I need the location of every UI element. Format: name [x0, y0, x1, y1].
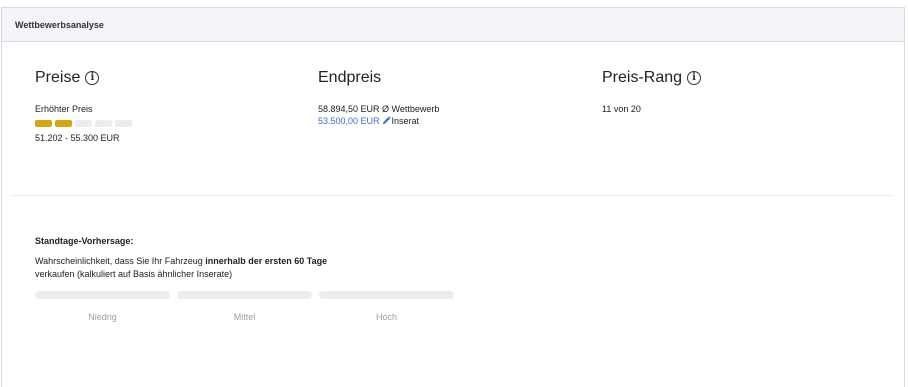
price-rating-label: Erhöhter Preis	[35, 104, 93, 114]
forecast-labels: Niedrig Mittel Hoch	[35, 312, 454, 322]
final-price-heading-label: Endpreis	[318, 69, 382, 86]
price-rank-heading: Preis-Rang i	[602, 68, 702, 88]
forecast-bar-low	[35, 291, 170, 299]
pencil-icon[interactable]	[382, 116, 391, 128]
forecast-label-medium: Mittel	[233, 312, 256, 322]
price-rank-heading-label: Preis-Rang	[602, 69, 683, 86]
listing-price-row: 53.500,00 EUR Inserat	[318, 115, 439, 128]
forecast-description: Wahrscheinlichkeit, dass Sie Ihr Fahrzeu…	[35, 255, 365, 281]
listing-price-link[interactable]: 53.500,00 EUR	[318, 116, 380, 126]
info-icon[interactable]: i	[85, 71, 100, 85]
listing-price-suffix: Inserat	[391, 116, 420, 126]
rating-segment	[55, 120, 72, 127]
days-on-market-forecast: Standtage-Vorhersage: Wahrscheinlichkeit…	[35, 236, 365, 281]
final-price-heading: Endpreis	[318, 68, 439, 88]
forecast-desc-part1: Wahrscheinlichkeit, dass Sie Ihr Fahrzeu…	[35, 256, 206, 266]
rating-segment	[95, 120, 112, 127]
price-range: 51.202 - 55.300 EUR	[35, 133, 120, 143]
competitor-average-price: 58.894,50 EUR Ø Wettbewerb	[318, 104, 440, 114]
forecast-bar-high	[319, 291, 454, 299]
prices-section: Preise i Erhöhter Preis 51.202 - 55.300 …	[35, 68, 132, 144]
forecast-label-low: Niedrig	[88, 312, 117, 322]
final-price-section: Endpreis 58.894,50 EUR Ø Wettbewerb 53.5…	[318, 68, 439, 128]
forecast-desc-part2: verkaufen (kalkuliert auf Basis ähnliche…	[35, 269, 233, 279]
price-rank-section: Preis-Rang i 11 von 20	[602, 68, 702, 115]
panel-header: Wettbewerbsanalyse	[2, 8, 904, 42]
rating-segment	[35, 120, 52, 127]
forecast-bar-medium	[177, 291, 312, 299]
info-icon[interactable]: i	[687, 71, 702, 85]
price-rating-bar	[35, 120, 132, 127]
price-rank-value: 11 von 20	[602, 104, 641, 114]
prices-heading: Preise i	[35, 68, 132, 88]
section-divider	[12, 195, 892, 196]
rating-segment	[115, 120, 132, 127]
forecast-desc-bold: innerhalb der ersten 60 Tage	[205, 256, 328, 266]
prices-heading-label: Preise	[35, 69, 81, 86]
panel-title: Wettbewerbsanalyse	[15, 19, 104, 30]
forecast-title: Standtage-Vorhersage:	[35, 236, 134, 246]
rating-segment	[75, 120, 92, 127]
competition-analysis-panel: Wettbewerbsanalyse	[1, 7, 905, 387]
forecast-bars	[35, 291, 454, 299]
forecast-label-high: Hoch	[375, 312, 397, 322]
